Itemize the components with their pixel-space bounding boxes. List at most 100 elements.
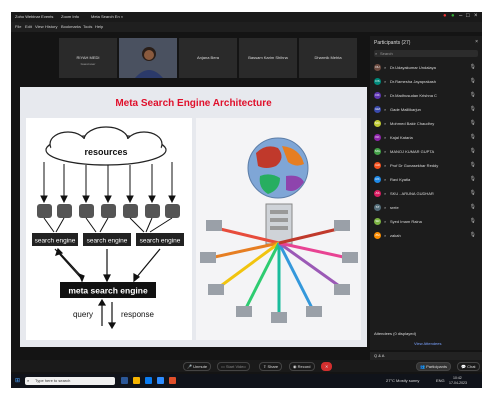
resources-cloud: [45, 126, 167, 166]
participant-row[interactable]: MG ⌕ MANOJ KUMAR GUPTA 🎙: [374, 145, 478, 159]
avatar: DS: [374, 78, 381, 85]
participant-name: Syed Imam Raina: [390, 219, 422, 224]
file-explorer-icon[interactable]: [133, 377, 140, 384]
menu-help[interactable]: Help: [95, 24, 103, 29]
participants-label: Participants: [426, 364, 447, 369]
video-thumb-5[interactable]: Dharmik Mehta: [299, 38, 357, 78]
user-icon: ⌕: [384, 107, 387, 112]
menu-tools[interactable]: Tools: [83, 24, 92, 29]
user-icon: ⌕: [384, 121, 387, 126]
close-icon[interactable]: ×: [474, 13, 478, 19]
participant-name: Mohmed Bakir Chaudhry: [390, 121, 435, 126]
minimize-icon[interactable]: –: [459, 13, 462, 19]
thumb-sub: Guest user: [80, 62, 96, 66]
unmute-label: Unmute: [193, 364, 208, 369]
tab-meta-search[interactable]: Meta Search En ×: [91, 14, 123, 19]
tab-zoho[interactable]: Zoho Webinar Events: [15, 14, 53, 19]
thumb-name: Anjana Bera: [196, 55, 219, 60]
participant-row[interactable]: KK ⌕ Kajal Kataria 🎙: [374, 131, 478, 145]
user-icon: ⌕: [384, 233, 387, 238]
edge-icon[interactable]: [145, 377, 152, 384]
tab-zoom-info[interactable]: Zoom Info: [61, 14, 79, 19]
participant-row[interactable]: ST ⌕ sreie 🎙: [374, 201, 478, 215]
participant-row[interactable]: DK ⌕ Dr.Madhusudan Krishna C 🎙: [374, 89, 478, 103]
video-thumb-2[interactable]: [119, 38, 177, 78]
avatar: GR: [374, 162, 381, 169]
close-panel-icon[interactable]: ×: [475, 39, 478, 45]
shield-icon: ●: [451, 13, 455, 19]
unmute-button[interactable]: 🎤 Unmute: [183, 362, 212, 371]
attendees-label[interactable]: Attendees (0 displayed): [374, 331, 416, 336]
participant-row[interactable]: DS ⌕ Dr.Ramesha Jayaprakash 🎙: [374, 75, 478, 89]
participant-search-input[interactable]: ⌕ Search: [374, 50, 478, 57]
taskbar-search-input[interactable]: ⌕ Type here to search: [25, 377, 115, 385]
menu-history[interactable]: History: [45, 24, 57, 29]
participant-name: sreie: [390, 205, 399, 210]
chrome-icon[interactable]: [169, 377, 176, 384]
cloud-arrows: [40, 162, 176, 204]
leave-button[interactable]: ✕: [321, 362, 333, 371]
user-icon: ⌕: [384, 149, 387, 154]
language-indicator[interactable]: ENG: [436, 378, 445, 383]
maximize-icon[interactable]: □: [466, 13, 470, 19]
clock-time[interactable]: 10:42: [453, 376, 462, 380]
participant-row[interactable]: ZM ⌕ zakah 🎙: [374, 229, 478, 243]
participant-row[interactable]: GR ⌕ Prof Dr Gunasekhar Reddy 🎙: [374, 159, 478, 173]
slide-title: Meta Search Engine Architecture: [115, 98, 272, 109]
clock-date[interactable]: 17-04-2023: [449, 381, 467, 385]
windows-start-icon[interactable]: ⊞: [15, 377, 20, 384]
participant-name: Prof Dr Gunasekhar Reddy: [390, 163, 439, 168]
task-view-icon[interactable]: [121, 377, 128, 384]
participants-panel: Participants (27) × ⌕ Search DU ⌕ Dr.Udaya…: [370, 36, 482, 350]
participants-button[interactable]: 👥 Participants: [416, 362, 451, 371]
menu-view[interactable]: View: [35, 24, 44, 29]
video-thumb-1[interactable]: RIYAH MEDI Guest user: [59, 38, 117, 78]
video-thumb-3[interactable]: Anjana Bera: [179, 38, 237, 78]
zoom-icon[interactable]: [157, 377, 164, 384]
user-icon: ⌕: [384, 177, 387, 182]
mic-muted-icon: 🎙: [469, 176, 476, 182]
engine-label-1: search engine: [35, 238, 76, 245]
user-icon: ⌕: [384, 135, 387, 140]
participant-row[interactable]: DU ⌕ Dr.Udayakumar Undalaya 🎙: [374, 61, 478, 75]
globe-network-image: [200, 137, 358, 323]
chat-button[interactable]: 💬 Chat: [457, 362, 480, 371]
avatar: DK: [374, 92, 381, 99]
user-icon: ⌕: [384, 163, 387, 168]
mic-muted-icon: 🎙: [469, 134, 476, 140]
record-button[interactable]: ◉ Record: [289, 362, 315, 371]
participant-row[interactable]: GM ⌕ Gade Malllikarjun 🎙: [374, 103, 478, 117]
participant-name: SKU - ARUNA GUDHAR: [390, 191, 434, 196]
menubar: File Edit View History Bookmarks Tools H…: [11, 22, 482, 32]
participant-row[interactable]: MC ⌕ Mohmed Bakir Chaudhry 🎙: [374, 117, 478, 131]
mic-muted-icon: 🎙: [469, 204, 476, 210]
video-thumbnail-strip: RIYAH MEDI Guest user Anjana Bera Bassam…: [11, 36, 369, 82]
start-video-button[interactable]: ▭ Start Video: [217, 362, 250, 371]
meta-search-diagram: resources search engine search engine se…: [32, 126, 184, 330]
qa-bar[interactable]: Q & A: [370, 352, 482, 360]
shared-screen: Meta Search Engine Architecture resource…: [20, 87, 367, 347]
user-icon: ⌕: [384, 79, 387, 84]
query-label: query: [73, 310, 93, 319]
weather-text[interactable]: 27°C Mostly sunny: [386, 378, 419, 383]
avatar: DU: [374, 64, 381, 71]
taskbar-search-placeholder: Type here to search: [35, 378, 71, 383]
participant-row[interactable]: RK ⌕ Ravi Kyatla 🎙: [374, 173, 478, 187]
view-attendees-link[interactable]: View Attendees: [414, 341, 442, 346]
engine-label-3: search engine: [140, 238, 181, 245]
share-button[interactable]: ⇪ Share: [259, 362, 283, 371]
menu-bookmarks[interactable]: Bookmarks: [61, 24, 81, 29]
participant-row[interactable]: SR ⌕ Syed Imam Raina 🎙: [374, 215, 478, 229]
windows-taskbar: ⊞ ⌕ Type here to search 27°C Mostly sunn…: [11, 374, 482, 388]
participant-row[interactable]: AS ⌕ SKU - ARUNA GUDHAR 🎙: [374, 187, 478, 201]
user-icon: ⌕: [384, 191, 387, 196]
menu-file[interactable]: File: [15, 24, 21, 29]
search-icon: ⌕: [27, 378, 30, 383]
video-thumb-4[interactable]: Bassam Karim Shihna: [239, 38, 297, 78]
query-response-arrows: [97, 298, 117, 330]
meta-label: meta search engine: [68, 286, 148, 296]
avatar: MG: [374, 148, 381, 155]
avatar: ST: [374, 204, 381, 211]
engine-label-2: search engine: [87, 238, 128, 245]
menu-edit[interactable]: Edit: [25, 24, 32, 29]
